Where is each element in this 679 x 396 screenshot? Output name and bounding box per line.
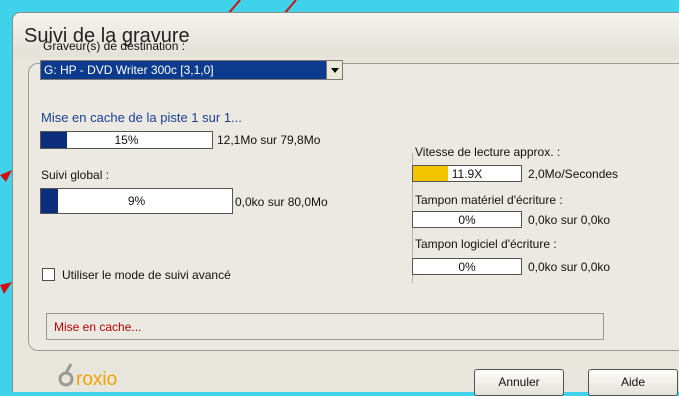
read-speed-bar: 11.9X (412, 165, 522, 182)
roxio-logo: roxio (57, 361, 147, 391)
hw-buffer-label: Tampon matériel d'écriture : (415, 193, 563, 207)
advanced-mode-label[interactable]: Utiliser le mode de suivi avancé (62, 268, 231, 282)
cache-status-text: Mise en cache de la piste 1 sur 1... (41, 110, 242, 125)
hw-buffer-value: 0,0ko sur 0,0ko (528, 213, 611, 227)
sw-buffer-bar: 0% (412, 258, 522, 275)
recorder-select-value: G: HP - DVD Writer 300c [3,1,0] (44, 63, 214, 77)
recorder-select[interactable]: G: HP - DVD Writer 300c [3,1,0] (40, 60, 343, 80)
read-speed-bar-text: 11.9X (451, 166, 483, 181)
cache-progress-bar: 15% (40, 131, 213, 149)
status-box: Mise en cache... (46, 313, 604, 340)
cache-size-text: 12,1Mo sur 79,8Mo (217, 133, 321, 147)
recorder-label: Graveur(s) de destination : (43, 39, 186, 53)
read-speed-label: Vitesse de lecture approx. : (415, 145, 561, 159)
read-speed-value: 2,0Mo/Secondes (528, 167, 619, 181)
chevron-down-icon[interactable] (326, 61, 342, 79)
overall-progress-percent: 9% (127, 194, 146, 208)
overall-progress-bar: 9% (40, 188, 233, 214)
advanced-mode-checkbox[interactable] (42, 268, 55, 281)
roxio-logo-icon: roxio (58, 363, 117, 390)
sw-buffer-value: 0,0ko sur 0,0ko (528, 260, 611, 274)
burn-progress-dialog: Suivi de la gravure Graveur(s) de destin… (12, 12, 679, 396)
hw-buffer-bar: 0% (412, 211, 522, 228)
hw-buffer-bar-text: 0% (458, 212, 476, 227)
cache-progress-percent: 15% (114, 133, 139, 147)
sw-buffer-label: Tampon logiciel d'écriture : (415, 237, 557, 251)
sw-buffer-bar-text: 0% (458, 259, 476, 274)
roxio-logo-text: roxio (76, 369, 117, 390)
overall-label: Suivi global : (41, 168, 110, 182)
status-text: Mise en cache... (54, 320, 142, 334)
overall-size-text: 0,0ko sur 80,0Mo (235, 195, 328, 209)
